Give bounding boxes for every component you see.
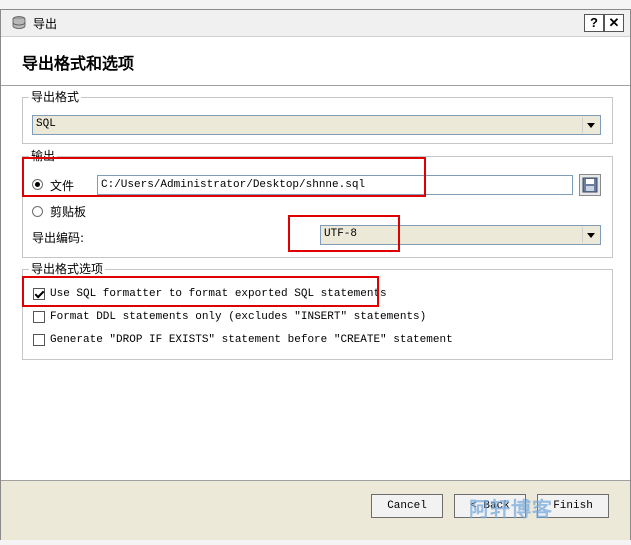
export-dialog: 导出 ? ✕ 导出格式和选项 导出格式 SQL 输出 文件 C:/Users/A… (0, 9, 631, 541)
ddl-only-label[interactable]: Format DDL statements only (excludes "IN… (50, 311, 426, 323)
page-title: 导出格式和选项 (22, 54, 135, 73)
chevron-down-icon[interactable] (582, 117, 599, 133)
output-group: 输出 文件 C:/Users/Administrator/Desktop/shn… (22, 149, 613, 258)
file-path-input[interactable]: C:/Users/Administrator/Desktop/shnne.sql (97, 175, 573, 195)
ddl-only-checkbox[interactable] (33, 311, 45, 323)
encoding-select[interactable]: UTF-8 (320, 225, 601, 245)
file-path-value: C:/Users/Administrator/Desktop/shnne.sql (101, 179, 366, 191)
dialog-body: 导出格式 SQL 输出 文件 C:/Users/Administrator/De… (1, 86, 630, 482)
sql-formatter-label[interactable]: Use SQL formatter to format exported SQL… (50, 288, 387, 300)
save-file-button[interactable] (579, 174, 601, 196)
sql-formatter-checkbox[interactable] (33, 288, 45, 300)
encoding-label: 导出编码: (32, 231, 85, 245)
drop-if-exists-label[interactable]: Generate "DROP IF EXISTS" statement befo… (50, 334, 453, 346)
database-icon (12, 16, 26, 29)
window-title: 导出 (33, 17, 58, 31)
export-options-legend: 导出格式选项 (29, 262, 106, 276)
page-header: 导出格式和选项 (1, 37, 630, 85)
chevron-down-icon[interactable] (582, 227, 599, 243)
background-app-strip (0, 540, 631, 545)
export-format-group: 导出格式 SQL (22, 90, 613, 144)
watermark-text: 阿轩博客 (469, 497, 553, 521)
floppy-disk-icon (582, 177, 598, 193)
clipboard-label: 剪贴板 (50, 205, 87, 219)
export-format-value: SQL (36, 118, 56, 130)
help-button[interactable]: ? (584, 14, 604, 32)
output-legend: 输出 (29, 149, 58, 163)
file-radio[interactable] (32, 179, 43, 190)
export-format-select[interactable]: SQL (32, 115, 601, 135)
drop-if-exists-checkbox[interactable] (33, 334, 45, 346)
title-bar: 导出 ? ✕ (1, 10, 630, 37)
clipboard-radio[interactable] (32, 206, 43, 217)
file-label: 文件 (50, 179, 75, 193)
export-options-group: 导出格式选项 Use SQL formatter to format expor… (22, 262, 613, 360)
cancel-button[interactable]: Cancel (371, 494, 443, 518)
close-button[interactable]: ✕ (604, 14, 624, 32)
export-format-legend: 导出格式 (29, 90, 82, 104)
encoding-value: UTF-8 (324, 228, 358, 240)
